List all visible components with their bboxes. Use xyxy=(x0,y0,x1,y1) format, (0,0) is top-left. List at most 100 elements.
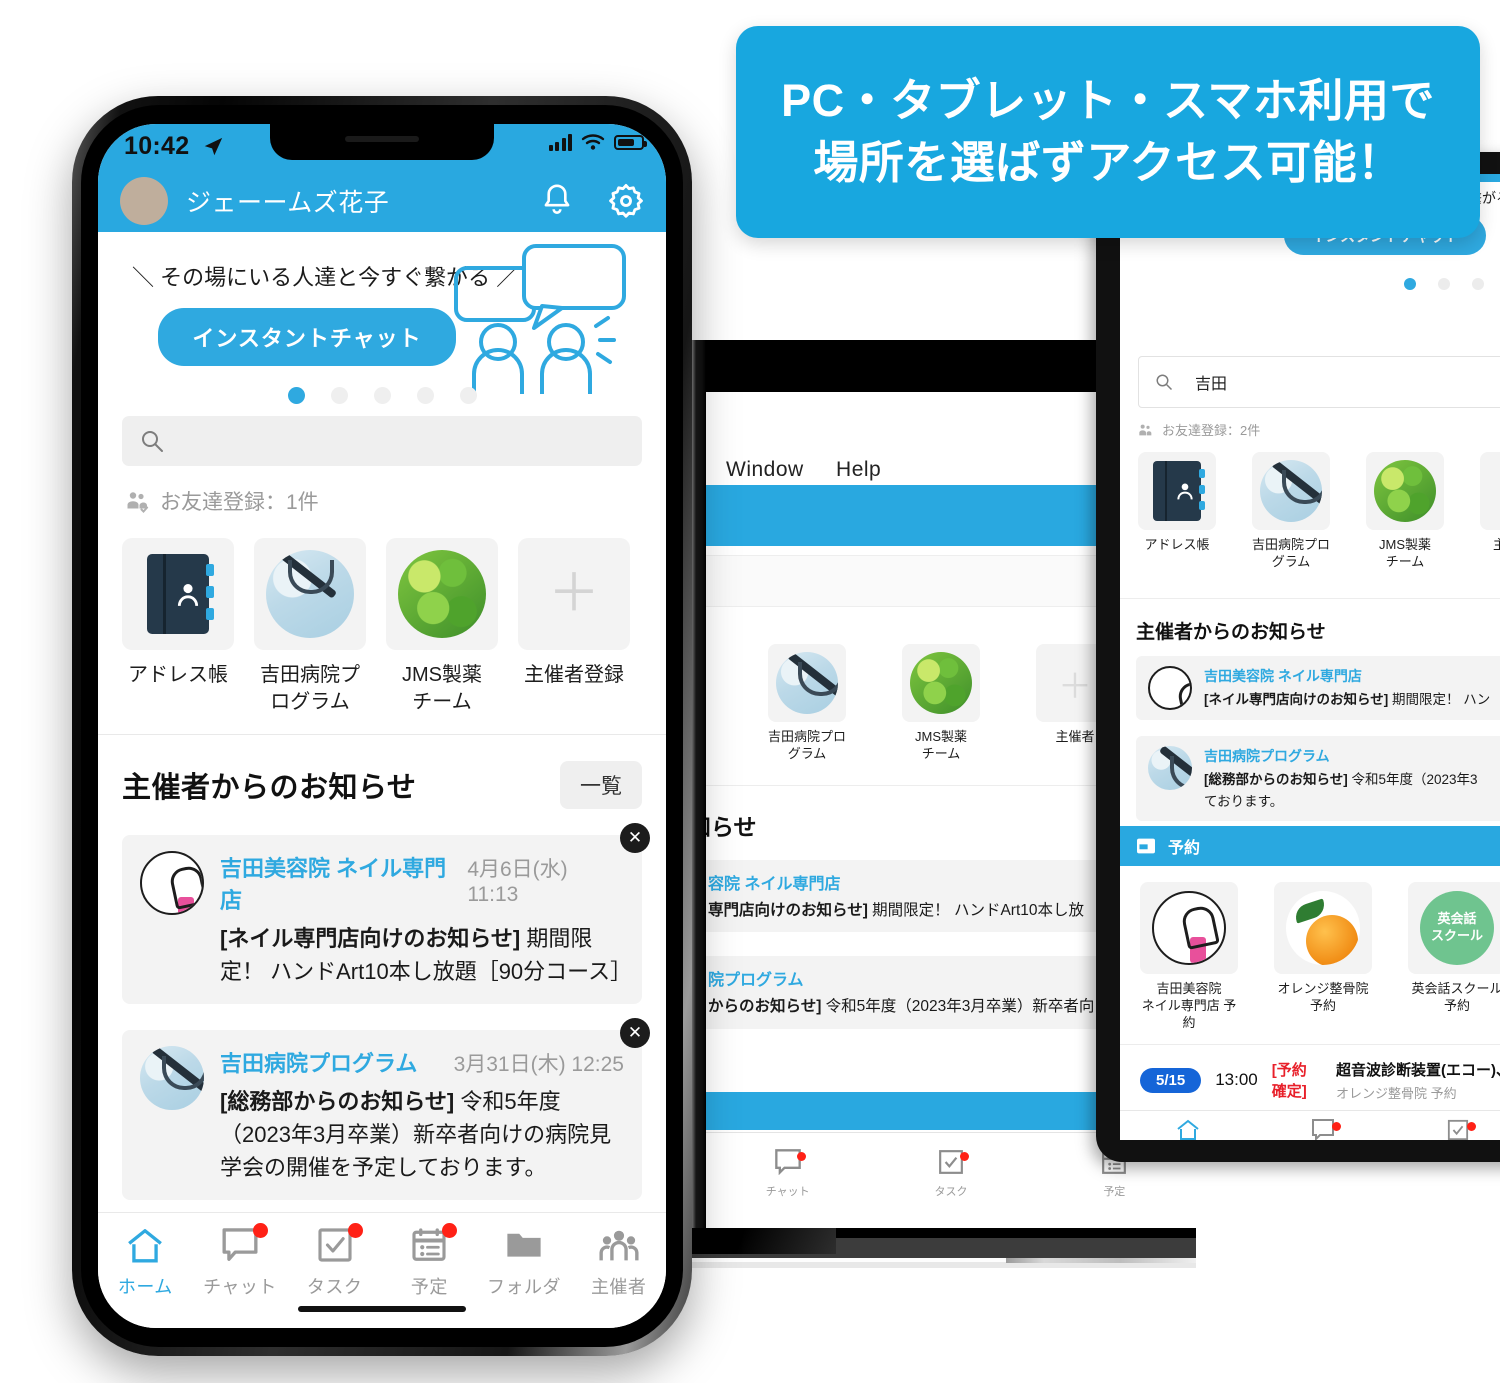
carousel-dot[interactable] xyxy=(459,387,477,404)
app-label: JMS製薬 チーム xyxy=(402,664,482,713)
tablet-notice-section: 主催者からのお知らせ 吉田美容院 ネイル専門店 [ネイル専門店向けのお知らせ] … xyxy=(1120,598,1500,835)
notice-item[interactable]: ✕ 吉田美容院 ネイル専門店 4月6日(水) 11:13 [ネイル専門店向けのお… xyxy=(122,823,650,1004)
notice-list-button[interactable]: 一覧 xyxy=(560,761,642,809)
tablet-reserve-app-label: 英会話スクール 予約 xyxy=(1411,981,1500,1013)
laptop-nav-label: タスク xyxy=(934,1186,968,1198)
tablet-notice-item[interactable]: 吉田美容院 ネイル専門店 [ネイル専門店向けのお知らせ] 期間限定！ ハン xyxy=(1136,656,1500,720)
nav-label: 主催者 xyxy=(590,1277,647,1297)
tablet-app-hospital[interactable]: 吉田病院プロ グラム xyxy=(1252,452,1330,571)
notice-sender: 吉田美容院 ネイル専門店 xyxy=(220,856,447,913)
laptop-app-tile[interactable]: JMS製薬 チーム xyxy=(902,644,980,763)
tablet-app-label: 主催者登 xyxy=(1492,537,1500,552)
nav-label: タスク xyxy=(306,1277,363,1297)
tablet-notice-text: 令和5年度（2023年3 xyxy=(1347,772,1478,787)
tablet-notice-item[interactable]: 吉田病院プログラム [総務部からのお知らせ] 令和5年度（2023年3 ておりま… xyxy=(1136,736,1500,822)
tablet-carousel-dots[interactable] xyxy=(1404,278,1500,290)
friend-count-label: お友達登録：1件 xyxy=(160,491,319,514)
tablet-notice-text: 期間限定！ ハン xyxy=(1388,692,1491,707)
carousel-dots[interactable] xyxy=(98,387,666,404)
laptop-app-label: 吉田病院プロ グラム xyxy=(768,729,847,761)
avatar[interactable] xyxy=(120,177,168,225)
leaf-photo-icon xyxy=(386,538,498,650)
instant-chat-button[interactable]: インスタントチャット xyxy=(158,308,456,366)
hero-carousel: ＼ その場にいる人達と今すぐ繋がる ／ インスタントチャット xyxy=(98,232,666,412)
laptop-notice-bold: からのお知らせ] xyxy=(708,998,822,1016)
close-icon[interactable]: ✕ xyxy=(620,823,650,853)
carousel-dot[interactable] xyxy=(416,387,434,404)
signal-bars-icon xyxy=(548,133,572,151)
tablet-friend-count: お友達登録：2件 xyxy=(1138,420,1260,439)
laptop-app-tile[interactable]: 吉田病院プロ グラム xyxy=(768,644,846,763)
tablet-notice-text2: ております。 xyxy=(1204,793,1284,809)
notice-date: 3月31日(木) 12:25 xyxy=(453,1053,624,1076)
laptop-nav-label: 予定 xyxy=(1103,1186,1126,1198)
nav-organizer[interactable]: 主催者 xyxy=(571,1227,666,1299)
tablet-reserve-app-label: 吉田美容院 ネイル専門店 予約 xyxy=(1141,981,1237,1030)
carousel-dot[interactable] xyxy=(287,387,305,404)
app-grid: アドレス帳 吉田病院プ ログラム JMS製薬 チーム ＋ 主催者登録 xyxy=(122,538,642,716)
tablet-notice-bold: [ネイル専門店向けのお知らせ] xyxy=(1204,692,1389,707)
search-input[interactable] xyxy=(122,416,642,466)
app-tile-register[interactable]: ＋ 主催者登録 xyxy=(518,538,630,716)
tablet-reserve-app[interactable]: オレンジ整骨院 予約 xyxy=(1274,882,1372,1032)
tablet-app-address-book[interactable]: アドレス帳 xyxy=(1138,452,1216,571)
bell-icon[interactable] xyxy=(540,183,574,219)
notice-date: 4月6日(水) 11:13 xyxy=(467,858,568,906)
nav-label: フォルダ xyxy=(487,1277,562,1297)
tablet-nav-chat[interactable]: チャット xyxy=(1255,1119,1390,1140)
address-book-icon xyxy=(122,538,234,650)
tablet-app-register[interactable]: ＋ 主催者登 xyxy=(1480,452,1500,571)
app-tile-hospital[interactable]: 吉田病院プ ログラム xyxy=(254,538,366,716)
gear-icon[interactable] xyxy=(608,183,644,219)
tablet-reserve-app[interactable]: 吉田美容院 ネイル専門店 予約 xyxy=(1140,882,1238,1032)
app-tile-address-book[interactable]: アドレス帳 xyxy=(122,538,234,716)
english-school-icon: 英会話 スクール xyxy=(1408,882,1500,974)
home-icon xyxy=(1177,1119,1199,1140)
nav-folder[interactable]: フォルダ xyxy=(477,1227,572,1299)
leaf-photo-icon xyxy=(902,644,980,722)
nav-home[interactable]: ホーム xyxy=(98,1227,193,1299)
tablet-reserve-app-label: オレンジ整骨院 予約 xyxy=(1277,981,1369,1013)
chat-icon xyxy=(193,1227,288,1267)
tablet-bottom-nav[interactable]: ホーム チャット xyxy=(1120,1110,1500,1140)
app-tile-jms[interactable]: JMS製薬 チーム xyxy=(386,538,498,716)
nav-schedule[interactable]: 予定 xyxy=(382,1223,477,1299)
tablet-reserve-section: 吉田美容院 ネイル専門店 予約 オレンジ整骨院 予約 英会話 スクール 英会話ス… xyxy=(1120,868,1500,1117)
laptop-menubar[interactable]: Window Help xyxy=(726,458,907,482)
tablet-friend-label: お友達登録：2件 xyxy=(1162,423,1261,438)
tablet-notice-sender: 吉田病院プログラム xyxy=(1204,748,1330,764)
nav-label: 予定 xyxy=(410,1277,448,1297)
laptop-notice-text: 令和5年度（2023年3月卒業）新卒者向 xyxy=(821,998,1095,1016)
carousel-dot[interactable] xyxy=(330,387,348,404)
menu-item-window[interactable]: Window xyxy=(726,458,804,481)
tablet-reserve-app[interactable]: 英会話 スクール 英会話スクール 予約 xyxy=(1408,882,1500,1032)
laptop-notice-bold: 専門店向けのお知らせ] xyxy=(708,901,868,919)
nav-task[interactable]: タスク xyxy=(287,1223,382,1299)
carousel-dot[interactable] xyxy=(373,387,391,404)
notification-badge xyxy=(347,1223,363,1238)
search-field[interactable] xyxy=(178,429,624,453)
tablet-nav-home[interactable]: ホーム xyxy=(1120,1119,1255,1140)
leaf-photo-icon xyxy=(1366,452,1444,530)
laptop-notice-sender: 院プログラム xyxy=(708,972,804,990)
tablet-reserve-status: [予約確定] xyxy=(1271,1062,1307,1101)
tablet-notice-bold: [総務部からのお知らせ] xyxy=(1204,772,1348,787)
notification-badge xyxy=(959,1152,969,1161)
tablet-nav-task[interactable]: タスク xyxy=(1391,1119,1500,1140)
tablet-search-input[interactable]: 吉田 xyxy=(1138,356,1500,408)
friends-icon xyxy=(1139,424,1152,435)
folder-icon xyxy=(477,1227,572,1267)
laptop-nav-task[interactable]: タスク xyxy=(869,1149,1032,1199)
plus-icon: ＋ xyxy=(518,538,630,650)
tablet-reserve-header: 予約 xyxy=(1120,826,1500,866)
laptop-nav-chat[interactable]: チャット xyxy=(706,1149,869,1199)
medical-photo-icon xyxy=(140,1046,204,1110)
organizer-people-icon xyxy=(571,1227,666,1267)
user-name: ジェーームズ花子 xyxy=(186,189,390,217)
close-icon[interactable]: ✕ xyxy=(620,1018,650,1048)
nav-chat[interactable]: チャット xyxy=(193,1223,288,1299)
notice-item[interactable]: ✕ 吉田病院プログラム 3月31日(木) 12:25 [総務部からのお知らせ] … xyxy=(122,1018,650,1200)
menu-item-help[interactable]: Help xyxy=(836,458,881,481)
app-label: 主催者登録 xyxy=(524,664,624,686)
tablet-app-jms[interactable]: JMS製薬 チーム xyxy=(1366,452,1444,571)
